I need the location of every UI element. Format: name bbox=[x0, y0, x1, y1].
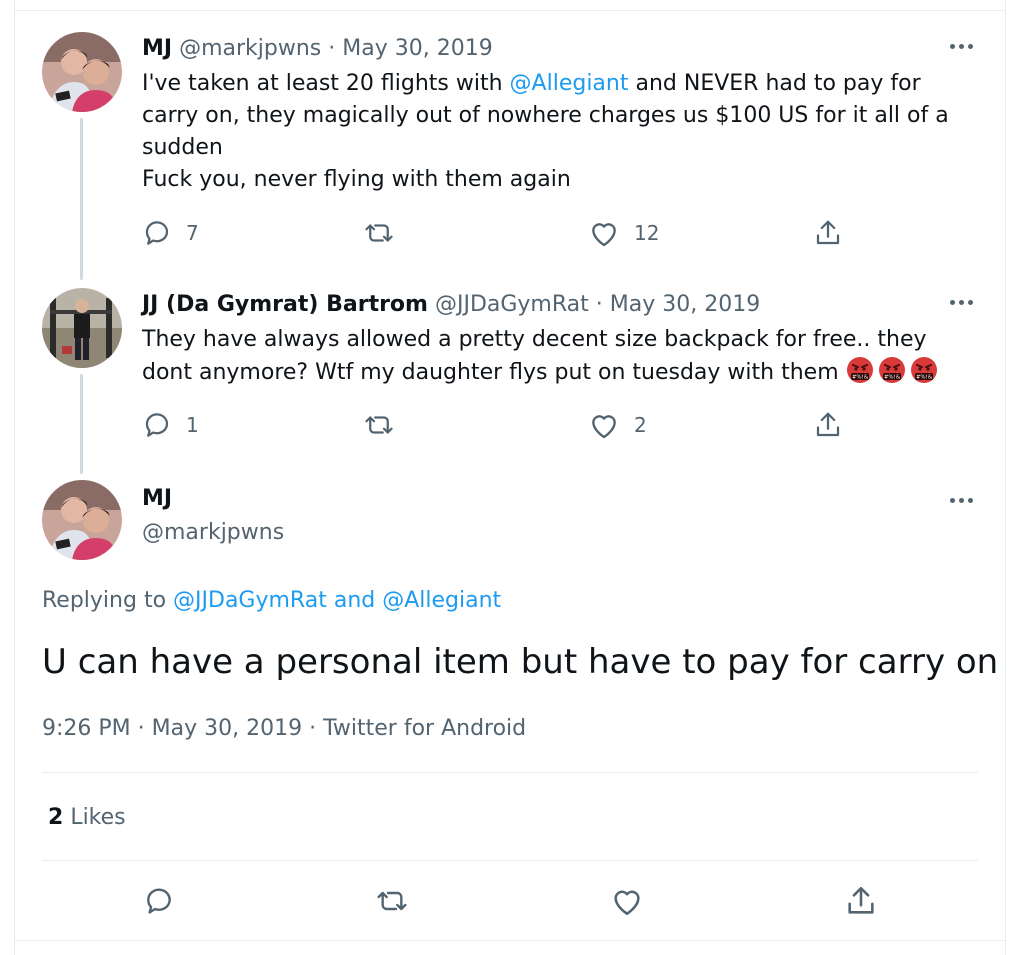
emoji-group: #%!& #%!& #%!& bbox=[846, 356, 938, 384]
heart-icon bbox=[592, 415, 616, 439]
heart-icon bbox=[614, 890, 640, 916]
tweet-source[interactable]: Twitter for Android bbox=[323, 716, 526, 741]
svg-text:#%!&: #%!& bbox=[915, 375, 932, 381]
reply-count: 7 bbox=[186, 221, 199, 245]
profile-photo-icon bbox=[42, 32, 122, 112]
more-options-button[interactable] bbox=[948, 36, 978, 56]
author-name[interactable]: MJ bbox=[142, 36, 172, 61]
tweet-meta: 9:26 PM · May 30, 2019 · Twitter for And… bbox=[42, 716, 526, 741]
tweet-time[interactable]: 9:26 PM bbox=[42, 716, 131, 741]
main-tweet-text: U can have a personal item but have to p… bbox=[42, 642, 999, 682]
avatar[interactable] bbox=[42, 480, 122, 560]
divider bbox=[14, 10, 1006, 11]
thread-line bbox=[80, 374, 83, 474]
retweet-button[interactable] bbox=[362, 218, 410, 248]
share-button[interactable] bbox=[844, 884, 878, 918]
retweet-icon bbox=[365, 416, 393, 434]
tweet-header: MJ @markjpwns · May 30, 2019 bbox=[142, 36, 493, 61]
reply-icon bbox=[145, 221, 169, 245]
reply-button[interactable] bbox=[143, 885, 175, 917]
replying-to: Replying to @JJDaGymRat and @Allegiant bbox=[42, 588, 501, 613]
tweet-date[interactable]: May 30, 2019 bbox=[152, 716, 302, 741]
likes-stat[interactable]: 2 Likes bbox=[48, 805, 126, 830]
share-icon bbox=[816, 412, 840, 437]
author-handle[interactable]: @markjpwns bbox=[179, 36, 321, 61]
retweet-icon bbox=[377, 891, 407, 911]
author-name[interactable]: JJ (Da Gymrat) Bartrom bbox=[142, 292, 428, 317]
avatar[interactable] bbox=[42, 288, 122, 368]
profile-photo-icon bbox=[42, 480, 122, 560]
retweet-icon bbox=[365, 224, 393, 242]
retweet-button[interactable] bbox=[362, 410, 410, 440]
divider bbox=[42, 860, 978, 861]
author-handle[interactable]: @markjpwns bbox=[142, 520, 284, 545]
face-with-symbols-on-mouth-icon: #%!& bbox=[846, 357, 873, 383]
separator: · bbox=[309, 716, 317, 741]
divider bbox=[14, 940, 1006, 941]
replying-prefix: Replying to bbox=[42, 588, 174, 613]
tweet-date[interactable]: May 30, 2019 bbox=[610, 292, 760, 317]
separator: · bbox=[328, 36, 336, 61]
separator: · bbox=[137, 716, 145, 741]
heart-icon bbox=[592, 223, 616, 247]
author-name[interactable]: MJ bbox=[142, 486, 172, 511]
tweet-text-part: I've taken at least 20 flights with bbox=[142, 71, 510, 96]
like-button[interactable]: 2 bbox=[588, 410, 647, 440]
reply-button[interactable]: 1 bbox=[142, 410, 199, 440]
face-with-symbols-on-mouth-icon: #%!& bbox=[910, 357, 937, 383]
reply-icon bbox=[147, 888, 171, 914]
face-with-symbols-on-mouth-icon: #%!& bbox=[878, 357, 905, 383]
reply-button[interactable]: 7 bbox=[142, 218, 199, 248]
tweet-text-part: They have always allowed a pretty decent… bbox=[142, 327, 927, 385]
reply-count: 1 bbox=[186, 413, 199, 437]
likes-count: 2 bbox=[48, 805, 64, 830]
tweet-text-line: Fuck you, never flying with them again bbox=[142, 167, 571, 192]
tweet-text: I've taken at least 20 flights with @All… bbox=[142, 68, 982, 164]
profile-photo-icon bbox=[42, 288, 122, 368]
reply-icon bbox=[145, 413, 169, 437]
divider bbox=[42, 772, 978, 773]
tweet-header: JJ (Da Gymrat) Bartrom @JJDaGymRat · May… bbox=[142, 292, 760, 317]
like-count: 12 bbox=[634, 221, 660, 245]
avatar[interactable] bbox=[42, 32, 122, 112]
mention-link[interactable]: @JJDaGymRat bbox=[173, 588, 327, 613]
retweet-button[interactable] bbox=[374, 885, 410, 917]
author-handle[interactable]: @JJDaGymRat bbox=[435, 292, 589, 317]
replying-and: and bbox=[326, 588, 383, 613]
more-options-button[interactable] bbox=[948, 292, 978, 312]
share-button[interactable] bbox=[812, 218, 844, 248]
svg-text:#%!&: #%!& bbox=[851, 375, 868, 381]
like-count: 2 bbox=[634, 413, 647, 437]
more-options-button[interactable] bbox=[948, 490, 978, 510]
like-button[interactable] bbox=[610, 885, 644, 917]
mention-link[interactable]: @Allegiant bbox=[510, 71, 629, 96]
share-icon bbox=[848, 886, 874, 914]
share-icon bbox=[816, 220, 840, 245]
svg-text:#%!&: #%!& bbox=[883, 375, 900, 381]
thread-line bbox=[80, 118, 83, 280]
share-button[interactable] bbox=[812, 410, 844, 440]
tweet-date[interactable]: May 30, 2019 bbox=[342, 36, 492, 61]
like-button[interactable]: 12 bbox=[588, 218, 659, 248]
mention-link[interactable]: @Allegiant bbox=[382, 588, 501, 613]
tweet-text: They have always allowed a pretty decent… bbox=[142, 324, 982, 389]
separator: · bbox=[595, 292, 603, 317]
likes-label: Likes bbox=[70, 805, 126, 830]
